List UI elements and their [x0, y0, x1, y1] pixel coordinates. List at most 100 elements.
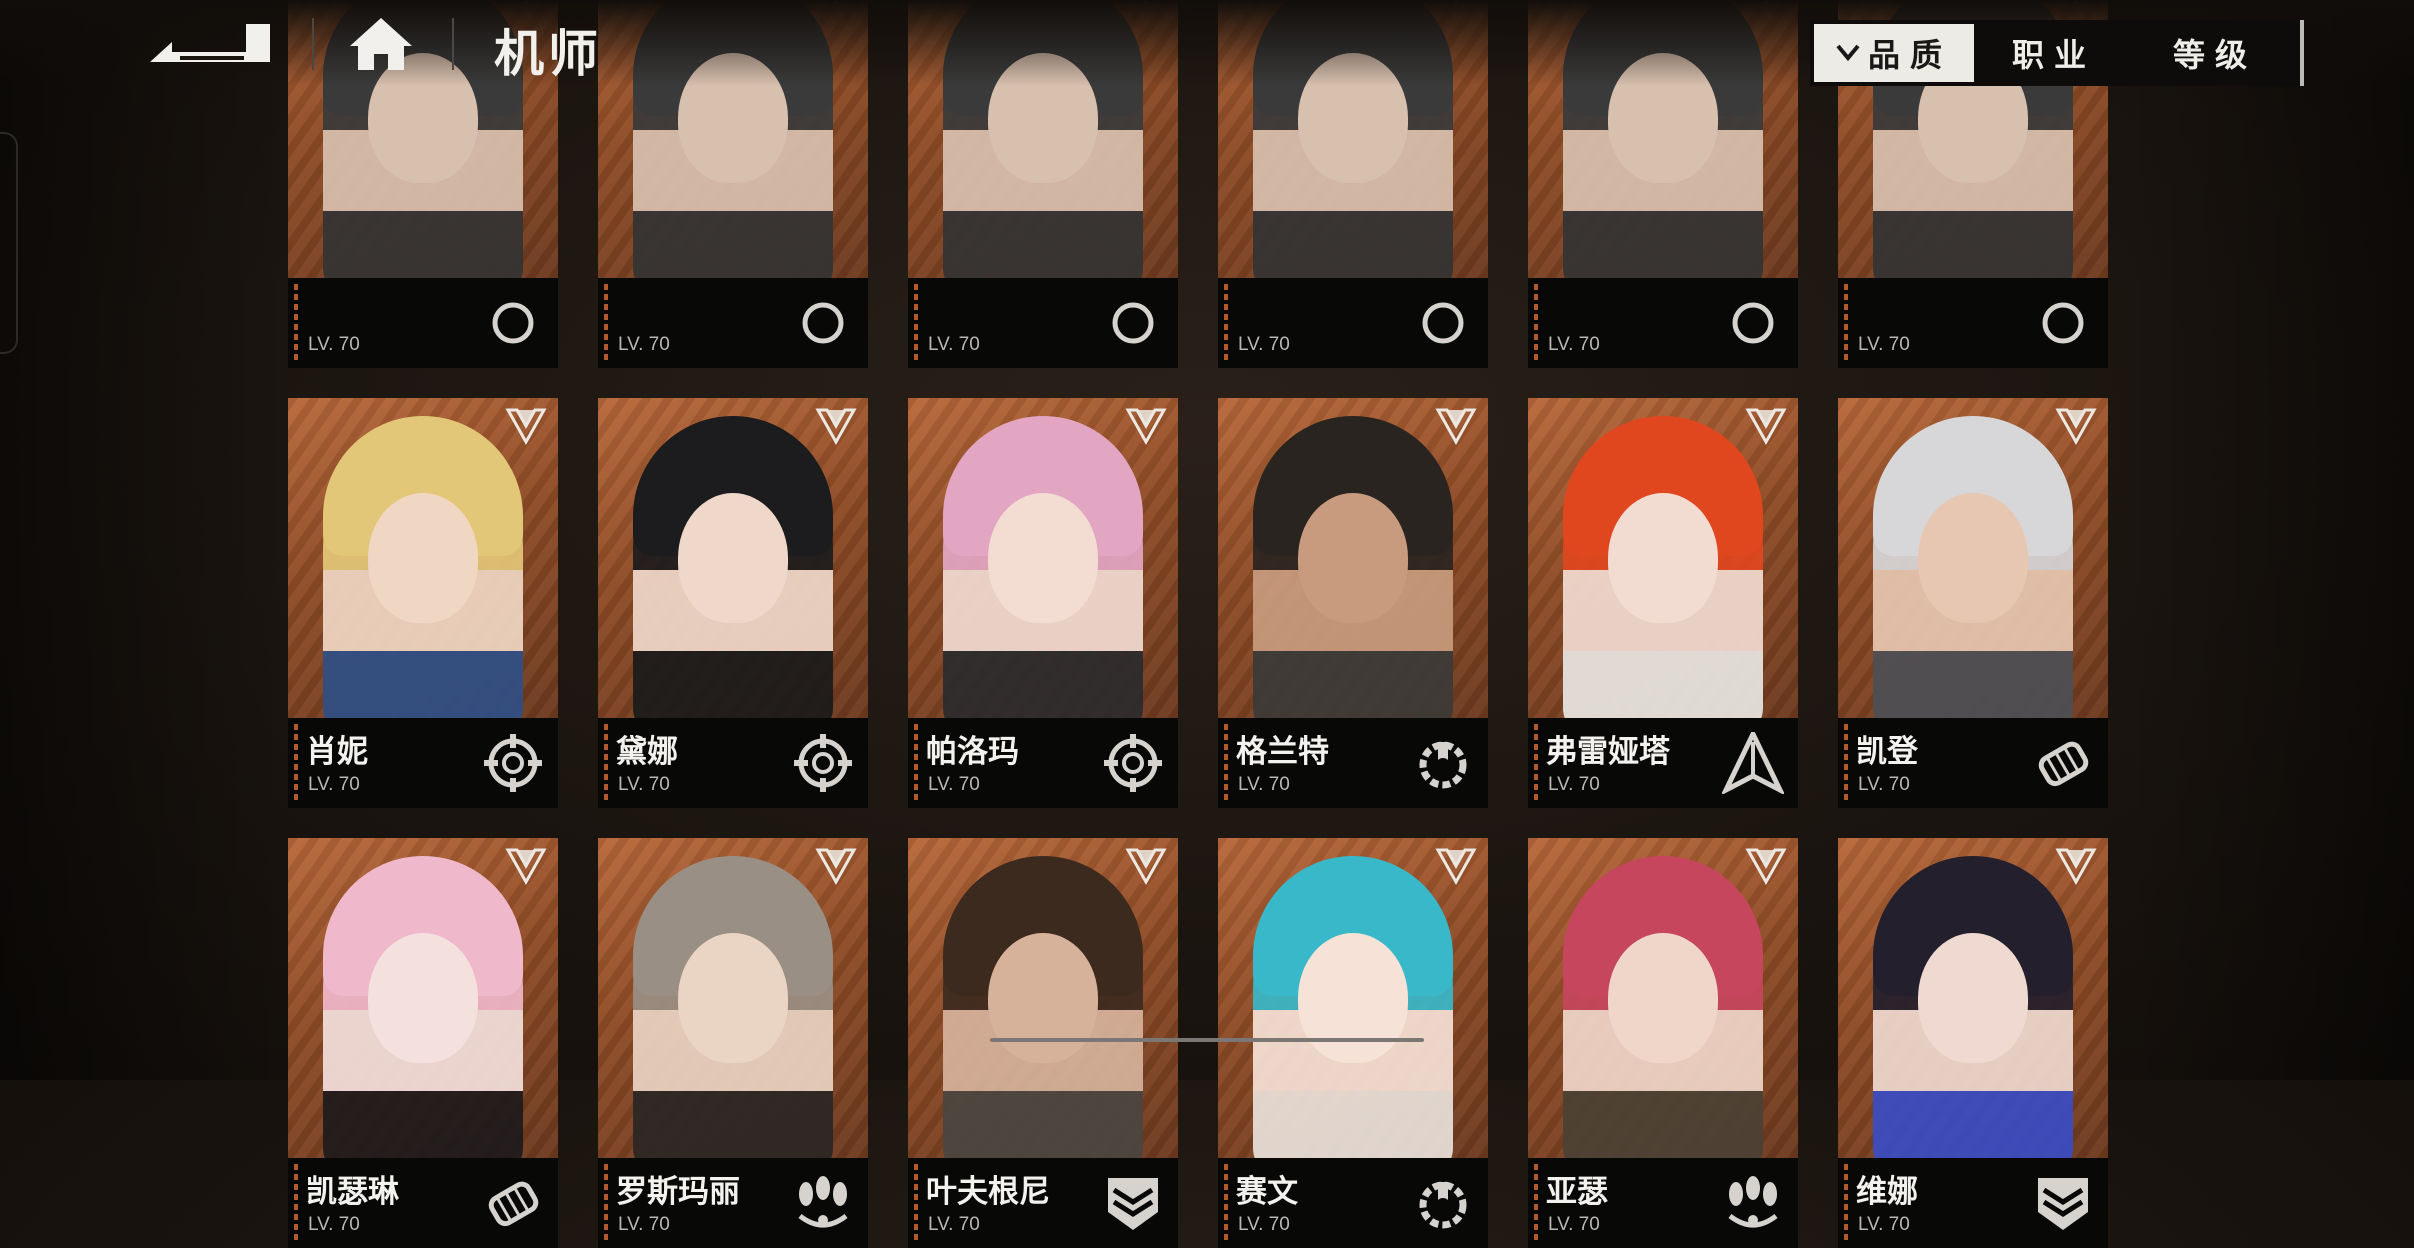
pilot-level: LV. 70: [308, 774, 360, 795]
portrait-face: [678, 493, 788, 623]
rank-emblem-icon: [1124, 844, 1168, 888]
sort-tabs: 品质 职业 等级: [1810, 20, 2304, 86]
pilot-card[interactable]: 肖妮 LV. 70: [288, 398, 558, 808]
home-indicator[interactable]: [990, 1038, 1424, 1042]
pilot-card[interactable]: 格兰特 LV. 70: [1218, 398, 1488, 808]
pilot-name: 肖妮: [306, 734, 368, 770]
pilot-card[interactable]: LV. 70: [598, 0, 868, 368]
pilot-portrait: [598, 398, 868, 738]
portrait-face: [1298, 933, 1408, 1063]
pilot-name: 凯登: [1856, 734, 1918, 770]
rank-emblem-icon: [1744, 0, 1788, 8]
tab-level-label: 等级: [2172, 36, 2257, 74]
pilot-info-bar: LV. 70: [288, 278, 558, 368]
pilot-level: LV. 70: [618, 334, 670, 355]
pilot-portrait: [598, 0, 868, 298]
pilot-card[interactable]: 黛娜 LV. 70: [598, 398, 868, 808]
header-divider: [312, 18, 314, 70]
pilot-name: 叶夫根尼: [926, 1174, 1050, 1210]
pilot-portrait: [908, 838, 1178, 1178]
pilot-portrait: [598, 838, 868, 1178]
pilot-portrait: [288, 838, 558, 1178]
pilot-card[interactable]: 凯瑟琳 LV. 70: [288, 838, 558, 1248]
pilot-card[interactable]: 帕洛玛 LV. 70: [908, 398, 1178, 808]
pilot-card[interactable]: LV. 70: [908, 0, 1178, 368]
shield-chevron-icon: [2032, 1172, 2094, 1234]
header-divider: [452, 18, 454, 70]
rank-emblem-icon: [2054, 844, 2098, 888]
page-title: 机师: [494, 25, 602, 83]
rank-emblem-icon: [504, 404, 548, 448]
side-drawer-handle[interactable]: [0, 132, 18, 354]
pilot-card[interactable]: 叶夫根尼 LV. 70: [908, 838, 1178, 1248]
pilot-card[interactable]: 罗斯玛丽 LV. 70: [598, 838, 868, 1248]
pilot-level: LV. 70: [1858, 774, 1910, 795]
rank-emblem-icon: [1434, 0, 1478, 8]
back-button[interactable]: [150, 18, 274, 70]
pilot-portrait: [1528, 838, 1798, 1178]
portrait-face: [678, 933, 788, 1063]
tab-quality[interactable]: 品质: [1814, 24, 1974, 82]
pilot-card[interactable]: 亚瑟 LV. 70: [1528, 838, 1798, 1248]
portrait-face: [1608, 53, 1718, 183]
pilot-card[interactable]: LV. 70: [1218, 0, 1488, 368]
class-icon: [2032, 292, 2094, 354]
pilot-info-bar: 肖妮 LV. 70: [288, 718, 558, 808]
rank-emblem-icon: [814, 0, 858, 8]
portrait-face: [1608, 933, 1718, 1063]
pilot-portrait: [288, 398, 558, 738]
rank-emblem-icon: [814, 844, 858, 888]
tab-level[interactable]: 等级: [2134, 24, 2296, 82]
pilot-card[interactable]: 赛文 LV. 70: [1218, 838, 1488, 1248]
crosshair-icon: [792, 732, 854, 794]
back-arrow-icon: [150, 24, 270, 62]
class-icon: [1722, 292, 1784, 354]
pilot-info-bar: 凯瑟琳 LV. 70: [288, 1158, 558, 1248]
pilot-card[interactable]: 凯登 LV. 70: [1838, 398, 2108, 808]
pilot-name: 帕洛玛: [926, 734, 1019, 770]
rank-emblem-icon: [1744, 844, 1788, 888]
portrait-face: [988, 933, 1098, 1063]
class-icon: [1102, 292, 1164, 354]
pilot-level: LV. 70: [618, 774, 670, 795]
pilot-level: LV. 70: [1548, 774, 1600, 795]
pilot-portrait: [1528, 0, 1798, 298]
pilot-level: LV. 70: [1238, 334, 1290, 355]
pilot-level: LV. 70: [1238, 1214, 1290, 1235]
tab-class[interactable]: 职业: [1974, 24, 2134, 82]
pilot-info-bar: LV. 70: [908, 278, 1178, 368]
pilot-name: 凯瑟琳: [306, 1174, 399, 1210]
pilot-info-bar: 格兰特 LV. 70: [1218, 718, 1488, 808]
pilot-card[interactable]: LV. 70: [1528, 0, 1798, 368]
pilot-info-bar: LV. 70: [1218, 278, 1488, 368]
portrait-face: [1918, 493, 2028, 623]
portrait-face: [678, 53, 788, 183]
arrowhead-icon: [1720, 728, 1786, 796]
pilot-info-bar: 黛娜 LV. 70: [598, 718, 868, 808]
pilot-card[interactable]: 弗雷娅塔 LV. 70: [1528, 398, 1798, 808]
portrait-face: [1918, 933, 2028, 1063]
pilot-level: LV. 70: [928, 1214, 980, 1235]
pilot-info-bar: 罗斯玛丽 LV. 70: [598, 1158, 868, 1248]
fist-icon: [2032, 732, 2094, 794]
pilot-portrait: [1218, 838, 1488, 1178]
pilot-level: LV. 70: [308, 1214, 360, 1235]
pilot-card[interactable]: 维娜 LV. 70: [1838, 838, 2108, 1248]
pilot-info-bar: LV. 70: [1838, 278, 2108, 368]
pilot-portrait: [1838, 838, 2108, 1178]
pilot-info-bar: 亚瑟 LV. 70: [1528, 1158, 1798, 1248]
pilot-name: 罗斯玛丽: [616, 1174, 740, 1210]
pilot-name: 黛娜: [616, 734, 678, 770]
pilot-level: LV. 70: [1858, 1214, 1910, 1235]
tab-class-label: 职业: [2011, 36, 2096, 74]
shield-chevron-icon: [1102, 1172, 1164, 1234]
pilot-level: LV. 70: [1858, 334, 1910, 355]
portrait-face: [1298, 53, 1408, 183]
portrait-face: [1608, 493, 1718, 623]
fist-icon: [482, 1172, 544, 1234]
portrait-face: [1298, 493, 1408, 623]
pilot-level: LV. 70: [1238, 774, 1290, 795]
portrait-face: [988, 493, 1098, 623]
pilot-info-bar: 维娜 LV. 70: [1838, 1158, 2108, 1248]
home-button[interactable]: [346, 14, 416, 74]
